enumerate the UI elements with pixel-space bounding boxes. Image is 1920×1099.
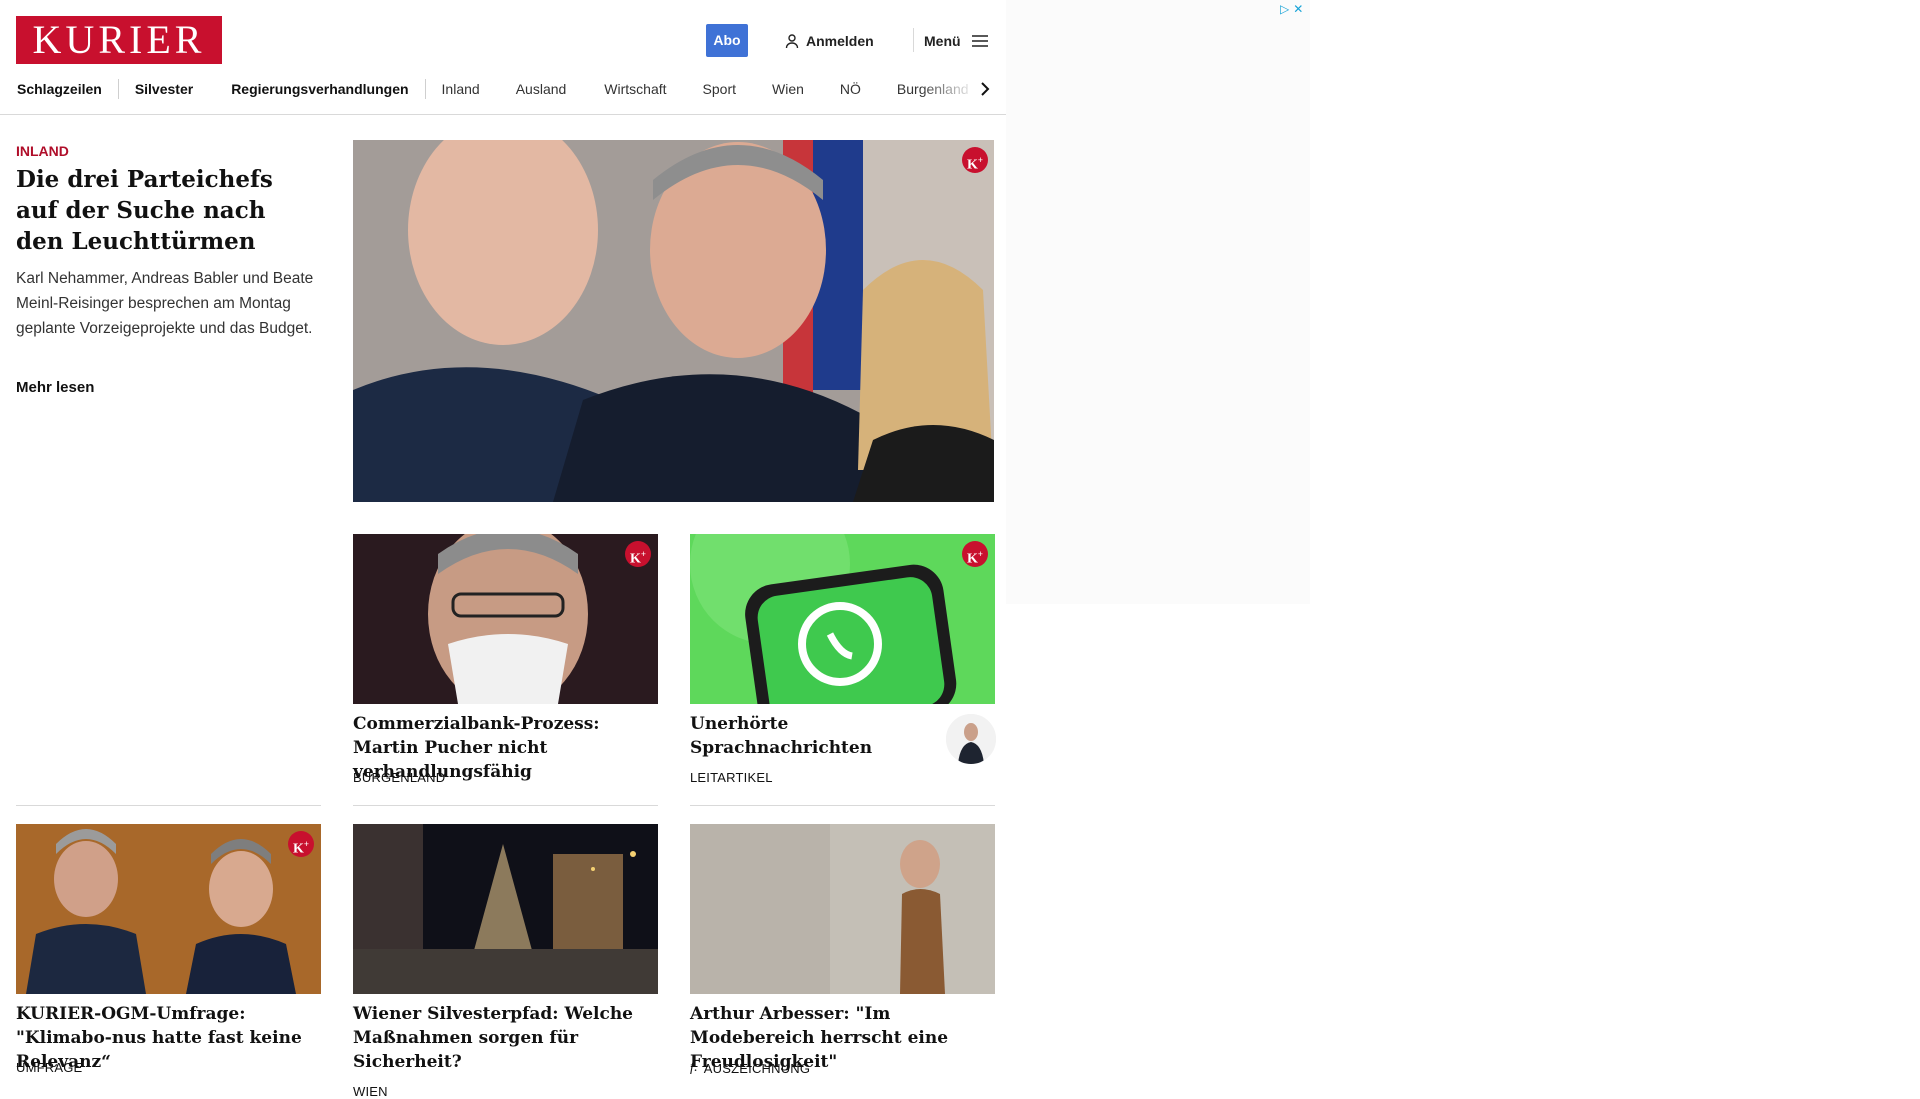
freizeit-icon: f. [690,1060,698,1075]
card-kicker[interactable]: LEITARTIKEL [690,770,773,785]
card-title[interactable]: Wiener Silvesterpfad: Welche Maßnahmen s… [353,1002,653,1074]
nav-fade [920,76,976,102]
lead-photo [353,140,994,502]
nav-item-inland[interactable]: Inland [426,78,496,100]
hamburger-icon [971,35,988,47]
site-header: KURIER Abo Anmelden Menü Schlagzeilen Si… [0,0,1006,115]
nav-item-wien[interactable]: Wien [754,78,822,100]
nav-item-regierungsverhandlungen[interactable]: Regierungsverhandlungen [223,78,424,100]
menu-button[interactable]: Menü [924,30,989,52]
lead-divider [16,805,321,806]
card-kicker[interactable]: WIEN [353,1084,388,1099]
pucher-photo [353,534,658,704]
premium-badge: K+ [962,147,988,173]
card-image-silvesterpfad[interactable] [353,824,658,994]
card-image-arbesser[interactable] [690,824,995,994]
nav-item-wirtschaft[interactable]: Wirtschaft [586,78,684,100]
adchoices-icon[interactable]: ▷ [1280,2,1289,16]
card-divider [353,805,658,806]
umfrage-photo [16,824,321,994]
nav-item-sport[interactable]: Sport [685,78,754,100]
card-title[interactable]: Unerhörte Sprachnachrichten [690,712,920,760]
card-kicker-with-icon[interactable]: f. AUSZEICHNUNG [690,1060,810,1076]
author-photo [946,714,996,764]
header-divider [913,28,914,52]
card-kicker-label: AUSZEICHNUNG [703,1060,811,1076]
kurier-logo[interactable]: KURIER [16,16,222,64]
lead-image[interactable]: K+ [353,140,994,502]
card-image-whatsapp[interactable]: K+ [690,534,995,704]
card-kicker[interactable]: UMFRAGE [16,1060,82,1075]
menu-label: Menü [924,33,961,49]
nav-item-ausland[interactable]: Ausland [496,78,587,100]
lead-title[interactable]: Die drei Parteichefs auf der Suche nach … [16,164,316,257]
arbesser-photo [690,824,995,994]
section-nav: Schlagzeilen Silvester Regierungsverhand… [16,78,990,100]
read-more-link[interactable]: Mehr lesen [16,379,94,396]
nav-item-noe[interactable]: NÖ [822,78,879,100]
user-icon [785,34,799,49]
abo-button[interactable]: Abo [706,24,748,57]
ad-slot[interactable] [1006,0,1310,604]
premium-badge: K+ [625,541,651,567]
premium-badge: K+ [288,831,314,857]
premium-badge: K+ [962,541,988,567]
card-image-pucher[interactable]: K+ [353,534,658,704]
card-image-umfrage[interactable]: K+ [16,824,321,994]
whatsapp-photo [690,534,995,704]
nav-scroll-right[interactable] [974,76,996,102]
ad-controls: ▷ ✕ [1280,2,1303,16]
chevron-right-icon [981,82,990,96]
nav-item-silvester[interactable]: Silvester [119,78,223,100]
card-divider [690,805,995,806]
lead-teaser: Karl Nehammer, Andreas Babler und Beate … [16,270,314,337]
nav-item-schlagzeilen[interactable]: Schlagzeilen [16,78,118,100]
login-button[interactable]: Anmelden [784,30,874,52]
login-label: Anmelden [806,33,874,49]
kurier-page: KURIER Abo Anmelden Menü Schlagzeilen Si… [0,0,1006,1099]
card-kicker[interactable]: BURGENLAND [353,770,445,785]
author-avatar[interactable] [946,714,996,764]
close-icon[interactable]: ✕ [1293,2,1303,16]
lead-kicker[interactable]: INLAND [16,143,69,159]
silvesterpfad-photo [353,824,658,994]
